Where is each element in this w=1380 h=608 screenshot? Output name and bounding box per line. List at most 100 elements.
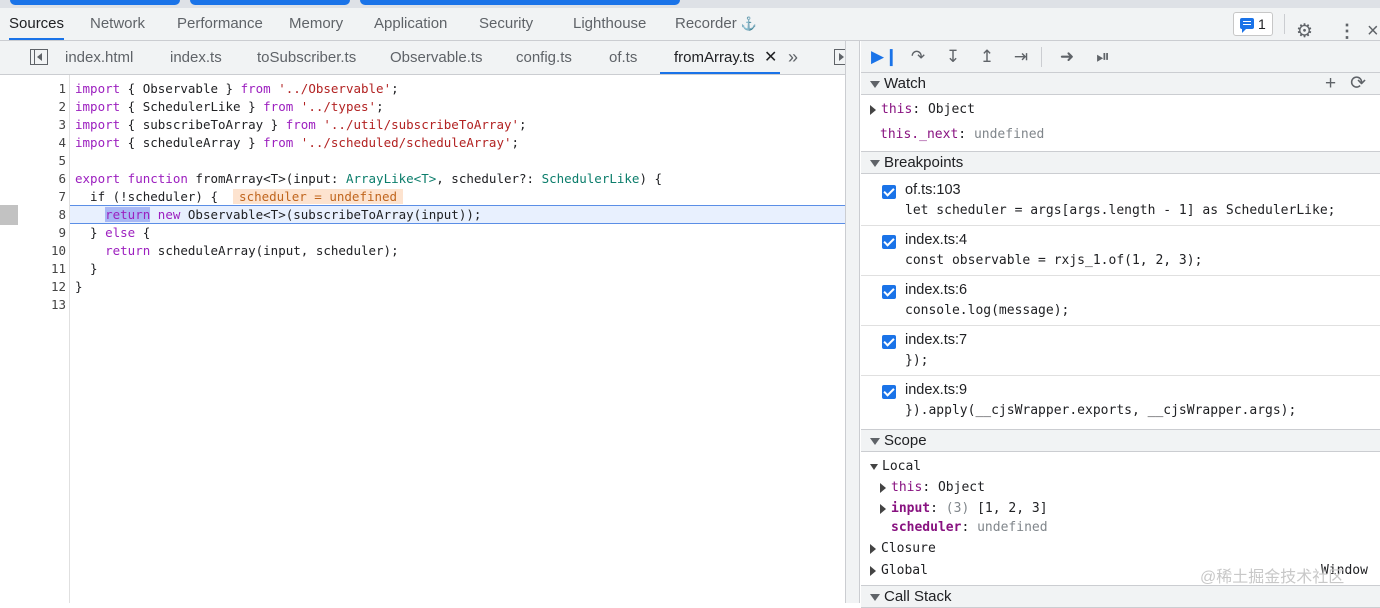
code-editor[interactable]: 1 2 3 4 5 6 7 8 9 10 11 12 13 import { O… [0,75,845,603]
step-icon[interactable]: ⇥ [1009,47,1033,67]
watch-actions: + ⟳ [1325,73,1366,94]
pane-splitter[interactable] [845,41,860,603]
debugger-sidebar: ▶❙ ↷ ↧ ↥ ⇥ ➜ ⏯ Watch + ⟳ this: Object thi… [861,41,1380,608]
pause-on-exceptions-icon[interactable]: ⏯ [1091,47,1115,67]
breakpoint-item[interactable]: of.ts:103 let scheduler = args[args.leng… [861,175,1380,226]
tab-memory[interactable]: Memory [289,8,343,40]
issues-badge[interactable]: 1 [1233,12,1273,36]
breakpoint-code: const observable = rxjs_1.of(1, 2, 3); [905,253,1203,268]
more-tabs-icon[interactable]: » [788,41,798,74]
scope-global-label: Global [881,563,928,578]
code-token: { SchedulerLike } [120,99,264,114]
tab-sources[interactable]: Sources [9,8,65,40]
breakpoint-checkbox[interactable] [882,185,896,199]
line-number[interactable]: 9 [0,224,66,242]
code-token: ) { [639,171,663,186]
tab-recorder[interactable]: Recorder ⚓ [675,8,757,40]
devtools-panel-tabs: Sources Network Performance Memory Appli… [0,8,1380,42]
line-number[interactable]: 13 [0,296,66,314]
code-token: SchedulerLike [541,171,640,186]
line-number[interactable]: 3 [0,116,66,134]
breakpoint-item[interactable]: index.ts:4 const observable = rxjs_1.of(… [861,225,1380,276]
watch-item[interactable]: this: Object [870,102,975,117]
line-number[interactable]: 8 [0,206,66,224]
breakpoint-checkbox[interactable] [882,385,896,399]
breakpoints-section-header[interactable]: Breakpoints [861,151,1380,174]
breakpoints-title: Breakpoints [884,154,964,171]
breakpoint-checkbox[interactable] [882,235,896,249]
code-token-selected: return [105,207,151,222]
step-over-icon[interactable]: ↷ [906,47,930,67]
refresh-icon[interactable]: ⟳ [1350,73,1366,94]
line-number[interactable]: 4 [0,134,66,152]
line-number[interactable]: 6 [0,170,66,188]
tab-security[interactable]: Security [479,8,533,40]
flask-icon: ⚓ [740,16,758,31]
scope-local[interactable]: Local [870,459,921,474]
code-token: { [135,225,151,240]
breakpoint-code: let scheduler = args[args.length - 1] as… [905,203,1336,218]
step-into-icon[interactable]: ↧ [941,47,965,67]
code-token: '../scheduled/scheduleArray' [293,135,512,150]
line-number[interactable]: 12 [0,278,66,296]
tab-recorder-label: Recorder [675,15,737,32]
code-token: '../types' [293,99,377,114]
tab-performance[interactable]: Performance [177,8,263,40]
code-token: ; [376,99,384,114]
breakpoint-checkbox[interactable] [882,285,896,299]
call-stack-section-header[interactable]: Call Stack [861,585,1380,608]
tab-lighthouse[interactable]: Lighthouse [573,8,646,40]
breakpoint-item[interactable]: index.ts:9 }).apply(__cjsWrapper.exports… [861,375,1380,425]
code-line: } else { [75,224,150,242]
toggle-navigator-icon[interactable] [30,49,48,65]
scope-title: Scope [884,432,927,449]
watch-expression: this [881,102,913,117]
line-number[interactable]: 11 [0,260,66,278]
resume-icon[interactable]: ▶❙ [871,47,898,67]
file-tab-active[interactable]: fromArray.ts [660,41,780,74]
file-tab[interactable]: config.ts [516,41,572,74]
code-line: export function fromArray<T>(input: Arra… [75,170,662,188]
scope-entry[interactable]: this: Object [880,480,985,495]
scope-entry[interactable]: scheduler: undefined [891,520,1048,535]
breakpoint-item[interactable]: index.ts:6 console.log(message); [861,275,1380,326]
file-tab[interactable]: index.ts [170,41,222,74]
scope-global[interactable]: Global [870,563,928,578]
tab-network[interactable]: Network [90,8,145,40]
file-tab[interactable]: of.ts [609,41,637,74]
scope-section-header[interactable]: Scope [861,429,1380,452]
top-strip-tab [190,0,350,5]
code-token: { Observable } [120,81,241,96]
code-line: import { Observable } from '../Observabl… [75,80,399,98]
line-number[interactable]: 5 [0,152,66,170]
step-out-icon[interactable]: ↥ [975,47,999,67]
line-number[interactable]: 1 [0,80,66,98]
line-number-gutter[interactable]: 1 2 3 4 5 6 7 8 9 10 11 12 13 [0,75,70,603]
breakpoint-location: index.ts:7 [905,332,968,348]
watch-section-header[interactable]: Watch + ⟳ [861,72,1380,95]
code-token: scheduleArray(input, scheduler); [150,243,399,258]
breakpoint-checkbox[interactable] [882,335,896,349]
watermark-text: @稀土掘金技术社区 [1200,569,1345,586]
line-number[interactable]: 2 [0,98,66,116]
line-number[interactable]: 7 [0,188,66,206]
code-token: new [150,207,181,222]
deactivate-breakpoints-icon[interactable]: ➜ [1055,47,1079,67]
close-tab-icon[interactable]: ✕ [764,41,777,74]
watch-colon: : [958,127,974,142]
tab-application[interactable]: Application [374,8,447,40]
line-number[interactable]: 10 [0,242,66,260]
breakpoint-item[interactable]: index.ts:7 }); [861,325,1380,376]
file-tab[interactable]: Observable.ts [390,41,483,74]
watch-value: Object [927,102,975,117]
gear-icon[interactable]: ⚙ [1296,22,1313,42]
scope-closure[interactable]: Closure [870,541,936,556]
file-tab[interactable]: index.html [65,41,133,74]
watch-item[interactable]: this._next: undefined [880,127,1044,142]
scope-entry[interactable]: input: (3) [1, 2, 3] [880,501,1048,516]
file-tab[interactable]: toSubscriber.ts [257,41,356,74]
more-options-icon[interactable]: ⋮ [1338,20,1356,42]
add-watch-icon[interactable]: + [1325,73,1336,94]
scope-local-label: Local [882,459,922,474]
code-token: import [75,135,121,150]
